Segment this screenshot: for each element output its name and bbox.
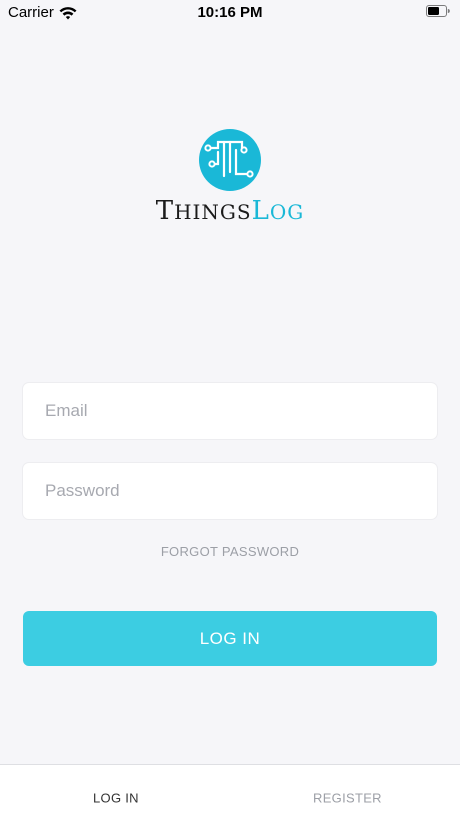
- password-field[interactable]: [23, 463, 437, 519]
- brand-word-log: LOG: [251, 196, 305, 226]
- login-button[interactable]: LOG IN: [23, 611, 437, 666]
- status-bar: Carrier 10:16 PM: [0, 0, 460, 26]
- brand-wordmark: THINGSLOG: [0, 196, 460, 226]
- tab-register[interactable]: REGISTER: [313, 791, 382, 806]
- brand-word-things: THINGS: [155, 196, 252, 226]
- email-field[interactable]: [23, 383, 437, 439]
- status-time: 10:16 PM: [197, 4, 263, 21]
- forgot-password-link[interactable]: FORGOT PASSWORD: [0, 544, 460, 559]
- tab-login[interactable]: LOG IN: [93, 791, 139, 806]
- battery-icon: [426, 5, 450, 17]
- bottom-tab-bar: LOG IN REGISTER: [0, 764, 460, 818]
- thingslog-logo-icon: [199, 129, 261, 191]
- brand-logo: THINGSLOG: [0, 128, 460, 226]
